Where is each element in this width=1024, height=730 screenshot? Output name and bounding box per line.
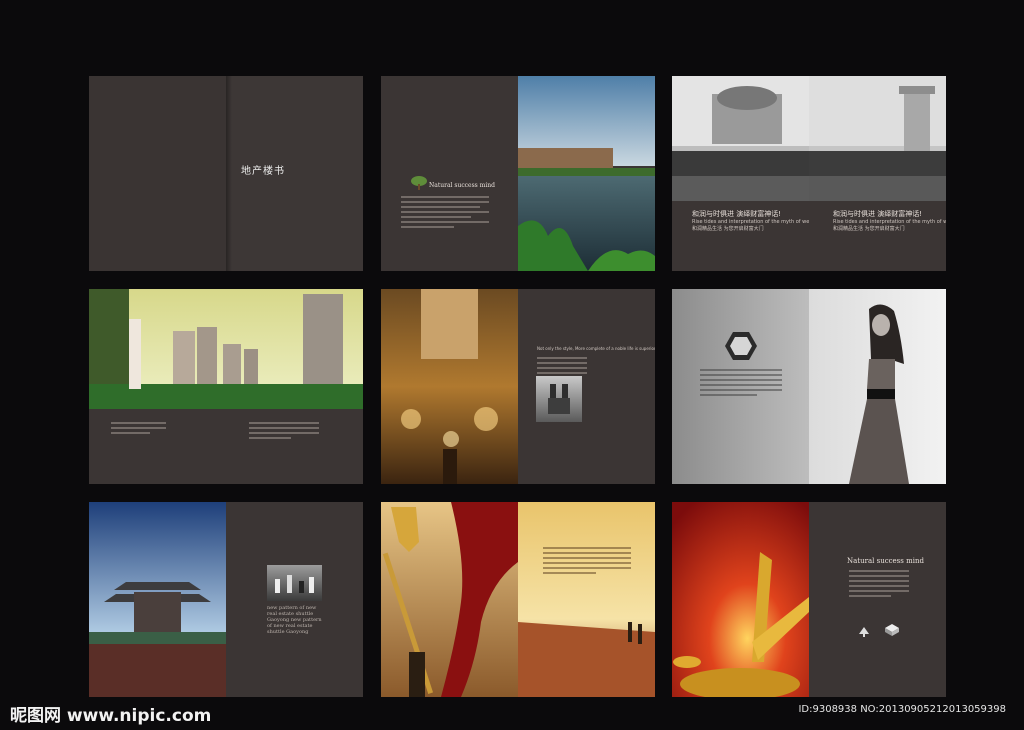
towers-photo	[89, 289, 363, 409]
lake-heading: Natural success mind	[429, 182, 495, 189]
fashion-photo	[809, 289, 946, 484]
gold-heading: Natural success mind	[847, 557, 924, 565]
spread-gold: Natural success mind	[672, 502, 946, 697]
cathedral-photo	[536, 376, 582, 422]
hexagon-logo-icon	[724, 331, 758, 361]
pagoda-right-page: new pattern of new real estate shuttle G…	[226, 502, 363, 697]
tree-small-icon	[859, 622, 869, 637]
spread-towers	[89, 289, 363, 484]
brochure-title: 地产楼书	[241, 166, 285, 177]
towers-text-left	[111, 422, 166, 437]
fashion-left-page	[672, 289, 809, 484]
scepter-photo	[381, 502, 518, 697]
lake-body-text	[401, 196, 489, 231]
image-id-text: ID:9308938 NO:20130905212013059398	[798, 704, 1006, 715]
palace-sub-right: Rise tides and interpretation of the myt…	[833, 219, 946, 225]
opera-right-page: Not only the style, More complete of a n…	[518, 289, 655, 484]
scepter-body-text	[543, 547, 631, 577]
spread-pagoda: new pattern of new real estate shuttle G…	[89, 502, 363, 697]
pagoda-photo	[89, 502, 226, 697]
fashion-body-text	[700, 369, 782, 399]
lake-left-page: Natural success mind	[381, 76, 518, 271]
spread-opera: Not only the style, More complete of a n…	[381, 289, 655, 484]
gold-photo	[672, 502, 809, 697]
towers-text-right	[249, 422, 319, 442]
palace-caption-right: 和润与时俱进 演绎财富神话!	[833, 210, 923, 218]
palace-line-right: 和润精品生活 为您开启财富大门	[833, 226, 905, 232]
palace-left-page: 和润与时俱进 演绎财富神话! Rise tides and interpreta…	[672, 76, 809, 271]
chess-photo	[267, 565, 322, 601]
gold-body-text	[849, 570, 909, 600]
tree-logo-icon	[411, 175, 427, 190]
palace-sub-left: Rise tides and interpretation of the myt…	[692, 219, 809, 225]
cover-left-page	[89, 76, 226, 271]
nipic-watermark: 昵图网 www.nipic.com	[10, 706, 212, 726]
spread-palace: 和润与时俱进 演绎财富神话! Rise tides and interpreta…	[672, 76, 946, 271]
scepter-right-page	[518, 502, 655, 697]
palace-line-left: 和润精品生活 为您开启财富大门	[692, 226, 764, 232]
palace-caption-left: 和润与时俱进 演绎财富神话!	[692, 210, 782, 218]
spread-lake: Natural success mind	[381, 76, 655, 271]
palace-right-page: 和润与时俱进 演绎财富神话! Rise tides and interpreta…	[809, 76, 946, 271]
pagoda-body-text: new pattern of new real estate shuttle G…	[267, 605, 322, 635]
cover-right-page: 地产楼书	[226, 76, 363, 271]
gold-right-page: Natural success mind	[809, 502, 946, 697]
opera-heading: Not only the style, More complete of a n…	[537, 346, 655, 351]
opera-photo	[381, 289, 518, 484]
cube-small-icon	[885, 621, 899, 636]
spread-scepter	[381, 502, 655, 697]
spread-fashion	[672, 289, 946, 484]
lake-photo	[518, 76, 655, 271]
spread-cover: 地产楼书	[89, 76, 363, 271]
